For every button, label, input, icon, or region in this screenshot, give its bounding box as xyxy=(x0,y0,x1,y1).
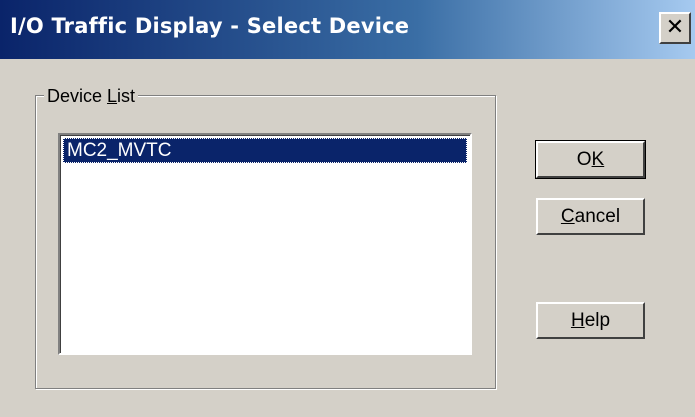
close-button[interactable]: ✕ xyxy=(659,12,691,44)
ok-button-label: OK xyxy=(576,148,605,170)
cancel-button-label: Cancel xyxy=(560,205,621,227)
close-icon: ✕ xyxy=(665,15,685,40)
cancel-button[interactable]: Cancel xyxy=(536,198,645,235)
device-list-group-label: Device List xyxy=(44,86,139,106)
select-device-dialog: I/O Traffic Display - Select Device ✕ De… xyxy=(0,0,695,417)
help-button[interactable]: Help xyxy=(536,302,645,339)
window-title: I/O Traffic Display - Select Device xyxy=(10,14,410,38)
title-bar[interactable]: I/O Traffic Display - Select Device ✕ xyxy=(0,0,695,59)
ok-button[interactable]: OK xyxy=(535,140,646,179)
list-item-mc2-mvtc[interactable]: MC2_MVTC xyxy=(63,138,467,163)
help-button-label: Help xyxy=(570,309,611,331)
device-listbox[interactable]: MC2_MVTC xyxy=(58,133,472,355)
